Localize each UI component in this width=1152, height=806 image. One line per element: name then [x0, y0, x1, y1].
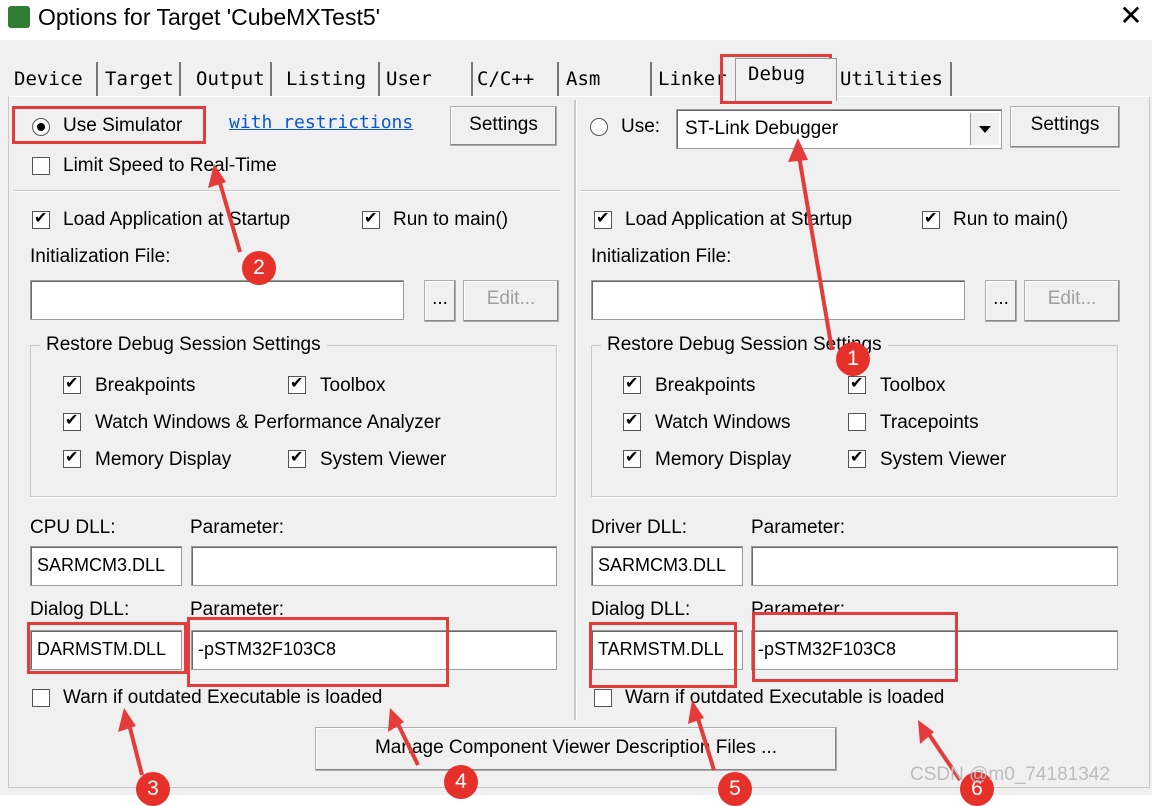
cpu-parameter-label: Parameter:: [190, 517, 284, 538]
tab-target[interactable]: Target: [99, 62, 181, 96]
annotation-badge-2: 2: [242, 251, 276, 285]
app-icon: [8, 6, 30, 28]
window-title: Options for Target 'CubeMXTest5': [38, 4, 381, 30]
highlight-box-right-dialog-param: [752, 612, 958, 682]
right-breakpoints-label: Breakpoints: [655, 375, 756, 396]
toolbox-label: Toolbox: [320, 375, 386, 396]
system-viewer-label: System Viewer: [320, 449, 447, 470]
watermark: CSDN @m0_74181342: [910, 764, 1110, 785]
restore-settings-title: Restore Debug Session Settings: [40, 333, 327, 357]
tracepoints-label: Tracepoints: [880, 412, 979, 433]
right-init-file-edit-button[interactable]: Edit...: [1024, 280, 1120, 322]
right-watch-windows-label: Watch Windows: [655, 412, 791, 433]
tab-device[interactable]: Device: [8, 62, 98, 96]
cpu-dll-input[interactable]: SARMCM3.DLL: [30, 546, 182, 586]
tab-linker[interactable]: Linker: [652, 62, 730, 96]
right-dialog-dll-label: Dialog DLL:: [591, 599, 691, 620]
annotation-badge-4: 4: [444, 765, 478, 799]
simulator-settings-button[interactable]: Settings: [450, 106, 557, 146]
right-memory-display-label: Memory Display: [655, 449, 792, 470]
tab-asm[interactable]: Asm: [560, 62, 652, 96]
debugger-select[interactable]: ST-Link Debugger: [676, 109, 1002, 149]
breakpoints-label: Breakpoints: [95, 375, 196, 396]
annotation-badge-5: 5: [718, 772, 752, 806]
memory-display-checkbox[interactable]: [63, 447, 81, 468]
right-run-to-main-checkbox[interactable]: [922, 208, 940, 229]
left-separator: [14, 190, 560, 192]
tab-output[interactable]: Output: [190, 62, 272, 96]
run-to-main-checkbox[interactable]: [362, 208, 380, 229]
watch-windows-label: Watch Windows & Performance Analyzer: [95, 412, 441, 433]
init-file-edit-button[interactable]: Edit...: [463, 280, 559, 322]
system-viewer-checkbox[interactable]: [288, 447, 306, 468]
right-load-app-checkbox[interactable]: [594, 208, 612, 229]
limit-speed-label: Limit Speed to Real-Time: [63, 155, 277, 176]
tab-user[interactable]: User: [380, 62, 473, 96]
init-file-label: Initialization File:: [30, 246, 171, 267]
cpu-dll-label: CPU DLL:: [30, 517, 116, 538]
highlight-box-dialog-dll: [27, 622, 187, 674]
use-debugger-radio[interactable]: [590, 118, 608, 136]
highlight-box-right-dialog-dll: [589, 622, 737, 688]
right-toolbox-label: Toolbox: [880, 375, 946, 396]
driver-dll-label: Driver DLL:: [591, 517, 688, 538]
highlight-box-simulator: [12, 106, 206, 144]
right-warn-outdated-checkbox[interactable]: [594, 689, 612, 707]
cpu-parameter-input[interactable]: [191, 546, 557, 586]
driver-dll-input[interactable]: SARMCM3.DLL: [591, 546, 743, 586]
right-load-app-label: Load Application at Startup: [625, 209, 853, 230]
tab-cc[interactable]: C/C++: [471, 62, 559, 96]
annotation-badge-3: 3: [136, 772, 170, 806]
limit-speed-checkbox[interactable]: [32, 157, 50, 175]
run-to-main-label: Run to main(): [393, 209, 509, 230]
tab-debug[interactable]: Debug: [735, 58, 837, 101]
watch-windows-checkbox[interactable]: [63, 410, 81, 431]
highlight-box-dialog-param: [187, 617, 449, 687]
memory-display-label: Memory Display: [95, 449, 232, 470]
dialog-dll-label: Dialog DLL:: [30, 599, 130, 620]
right-warn-outdated-label: Warn if outdated Executable is loaded: [625, 687, 945, 708]
right-toolbox-checkbox[interactable]: [848, 373, 866, 394]
warn-outdated-label: Warn if outdated Executable is loaded: [63, 687, 383, 708]
debugger-settings-button[interactable]: Settings: [1010, 106, 1120, 148]
warn-outdated-checkbox[interactable]: [32, 689, 50, 707]
tab-listing[interactable]: Listing: [280, 62, 380, 96]
tracepoints-checkbox[interactable]: [848, 413, 866, 431]
tab-strip: Device Target Output Listing User C/C++ …: [0, 56, 1152, 101]
right-system-viewer-label: System Viewer: [880, 449, 1007, 470]
right-memory-display-checkbox[interactable]: [623, 447, 641, 468]
right-init-file-input[interactable]: [591, 280, 965, 320]
right-breakpoints-checkbox[interactable]: [623, 373, 641, 394]
right-init-file-label: Initialization File:: [591, 246, 732, 267]
load-app-checkbox[interactable]: [32, 208, 50, 229]
use-debugger-label: Use:: [621, 116, 661, 137]
vertical-divider: [574, 100, 577, 720]
manage-component-viewer-button[interactable]: Manage Component Viewer Description File…: [315, 727, 837, 771]
right-separator: [580, 190, 1120, 192]
toolbox-checkbox[interactable]: [288, 373, 306, 394]
tab-utilities[interactable]: Utilities: [834, 62, 952, 96]
right-system-viewer-checkbox[interactable]: [848, 447, 866, 468]
breakpoints-checkbox[interactable]: [63, 373, 81, 394]
annotation-badge-1: 1: [836, 342, 870, 376]
right-run-to-main-label: Run to main(): [953, 209, 1069, 230]
with-restrictions-link[interactable]: with restrictions: [229, 112, 413, 133]
close-icon[interactable]: ✕: [1117, 0, 1145, 32]
load-app-label: Load Application at Startup: [63, 209, 291, 230]
driver-parameter-input[interactable]: [751, 546, 1118, 586]
right-watch-windows-checkbox[interactable]: [623, 410, 641, 431]
init-file-input[interactable]: [30, 280, 404, 320]
init-file-browse-button[interactable]: ...: [424, 280, 456, 322]
chevron-down-icon[interactable]: [970, 113, 999, 145]
right-init-file-browse-button[interactable]: ...: [985, 280, 1017, 322]
driver-parameter-label: Parameter:: [751, 517, 845, 538]
